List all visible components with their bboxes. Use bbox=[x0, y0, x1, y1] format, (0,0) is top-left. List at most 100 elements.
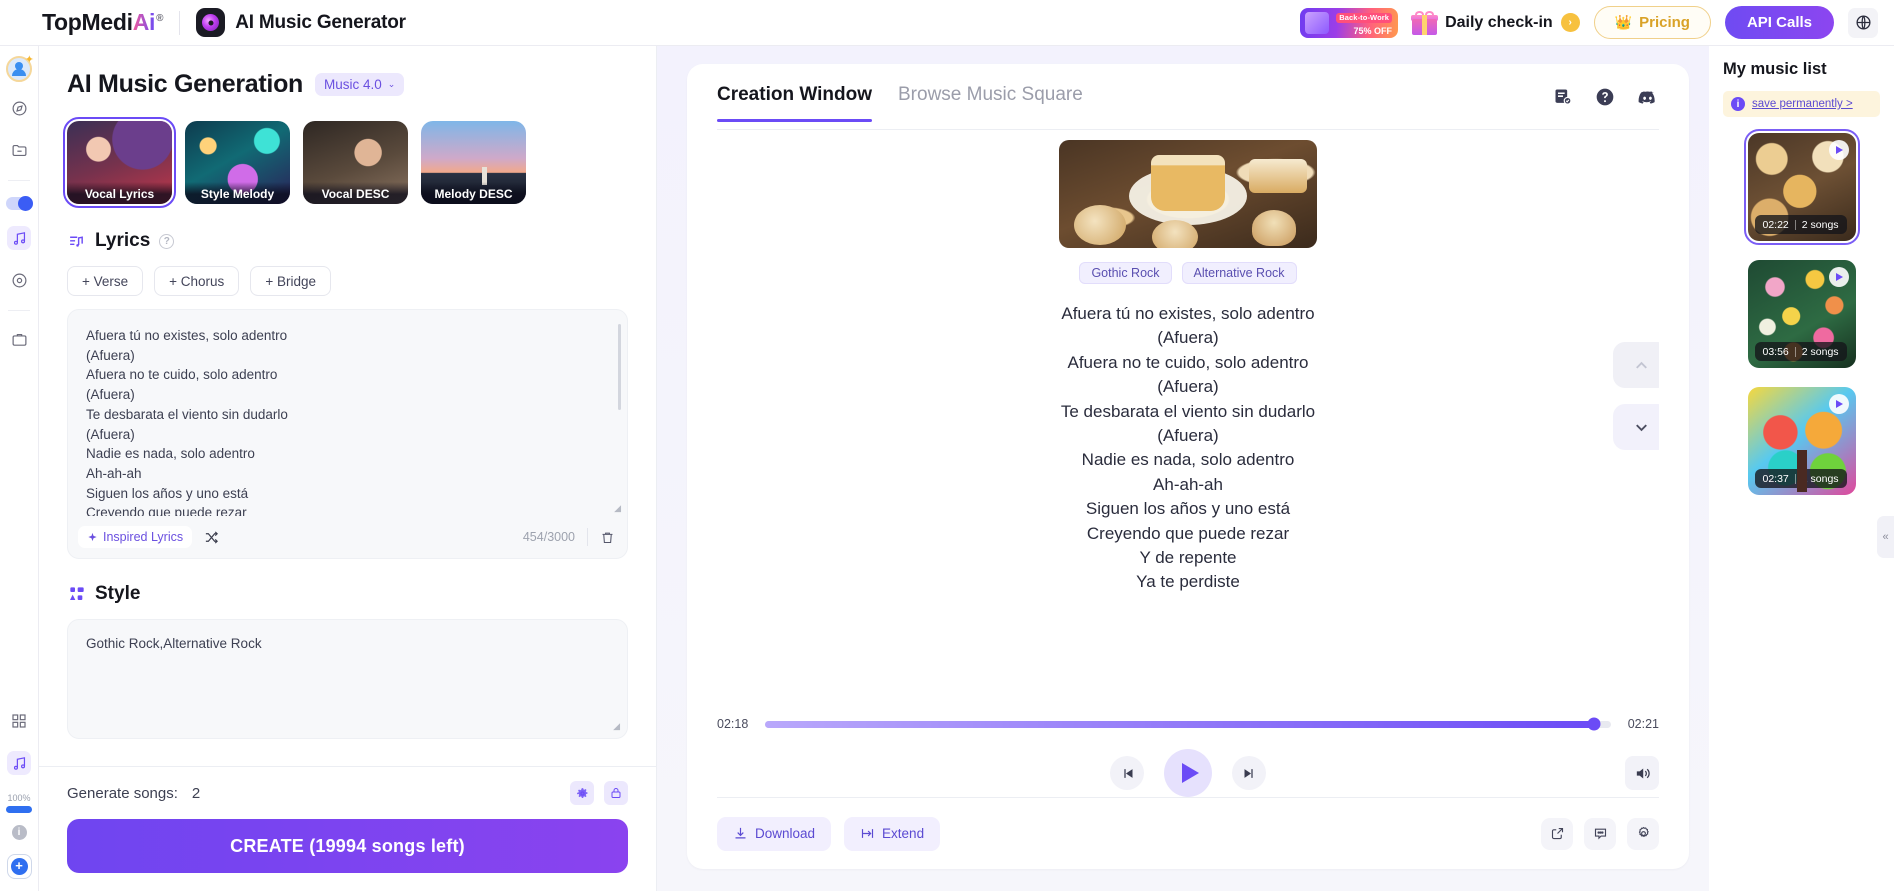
generate-songs-row: Generate songs: 2 bbox=[67, 781, 628, 805]
add-bridge-button[interactable]: + Bridge bbox=[250, 266, 331, 296]
download-button[interactable]: Download bbox=[717, 816, 832, 851]
extend-label: Extend bbox=[882, 826, 925, 841]
genre-tag[interactable]: Gothic Rock bbox=[1079, 262, 1172, 284]
playback-controls bbox=[717, 749, 1659, 797]
grid-icon[interactable] bbox=[7, 709, 31, 733]
scroll-down-button[interactable] bbox=[1613, 404, 1659, 450]
play-icon[interactable] bbox=[1828, 140, 1849, 160]
tabs-bar: Creation Window Browse Music Square bbox=[717, 64, 1659, 130]
add-chorus-button[interactable]: + Chorus bbox=[154, 266, 240, 296]
globe-icon[interactable] bbox=[1848, 7, 1878, 38]
storage-percent-label: 100% bbox=[7, 793, 31, 803]
tab-browse-music-square[interactable]: Browse Music Square bbox=[898, 84, 1083, 110]
help-circle-icon[interactable] bbox=[1593, 85, 1617, 109]
external-link-icon[interactable] bbox=[1541, 817, 1573, 850]
promo-line1: Back-to-Work bbox=[1336, 13, 1393, 24]
user-avatar[interactable]: ✦ bbox=[6, 54, 34, 82]
brand-logo[interactable]: TopMediAi® bbox=[42, 9, 164, 36]
music-card[interactable]: 03:56 2 songs bbox=[1747, 260, 1856, 368]
add-verse-button[interactable]: + Verse bbox=[67, 266, 144, 296]
lyrics-section-header: Lyrics ? bbox=[67, 230, 628, 252]
lyrics-display: Afuera tú no existes, solo adentro (Afue… bbox=[717, 302, 1659, 711]
daily-checkin-button[interactable]: Daily check-in › bbox=[1411, 10, 1580, 35]
folder-icon[interactable] bbox=[7, 138, 31, 162]
briefcase-icon[interactable] bbox=[7, 327, 31, 351]
toggle-switch[interactable] bbox=[5, 196, 33, 211]
promo-banner[interactable]: Back-to-Work 75% OFF bbox=[1300, 7, 1399, 38]
lyrics-character-counter: 454/3000 bbox=[522, 530, 575, 544]
daily-checkin-label: Daily check-in bbox=[1445, 13, 1553, 31]
mode-card-vocal-lyrics[interactable]: Vocal Lyrics bbox=[63, 117, 176, 208]
crown-icon: 👑 bbox=[1614, 14, 1633, 30]
extend-button[interactable]: Extend bbox=[844, 816, 941, 851]
genre-tag[interactable]: Alternative Rock bbox=[1181, 262, 1297, 284]
shuffle-icon[interactable] bbox=[204, 530, 219, 545]
api-calls-button[interactable]: API Calls bbox=[1724, 6, 1834, 39]
help-icon[interactable]: ? bbox=[159, 233, 175, 249]
explore-icon[interactable] bbox=[7, 96, 31, 120]
page-title: AI Music Generation bbox=[67, 70, 304, 98]
music-card-duration: 02:37 bbox=[1762, 472, 1789, 485]
lyrics-textarea[interactable]: Afuera tú no existes, solo adentro (Afue… bbox=[68, 310, 627, 516]
promo-line2: 75% OFF bbox=[1353, 26, 1393, 37]
disc-icon[interactable] bbox=[7, 268, 31, 292]
brand-registered: ® bbox=[156, 13, 164, 25]
create-button[interactable]: CREATE (19994 songs left) bbox=[67, 819, 628, 873]
save-permanently-banner[interactable]: i save permanently > bbox=[1723, 91, 1880, 117]
music-card[interactable]: 02:37 2 songs bbox=[1747, 387, 1856, 495]
mode-card-style-melody[interactable]: Style Melody bbox=[185, 121, 290, 204]
lyrics-input-box: Afuera tú no existes, solo adentro (Afue… bbox=[67, 309, 628, 559]
music-card[interactable]: 02:22 2 songs bbox=[1743, 129, 1860, 245]
inspired-lyrics-button[interactable]: Inspired Lyrics bbox=[78, 526, 193, 548]
music-card-duration: 02:22 bbox=[1762, 218, 1789, 231]
progress-slider[interactable] bbox=[765, 717, 1611, 731]
music-note-icon-2[interactable] bbox=[7, 751, 31, 775]
lock-icon[interactable] bbox=[604, 781, 628, 805]
icon-rail: ✦ 100% i + bbox=[0, 46, 39, 891]
lyrics-title: Lyrics bbox=[95, 230, 151, 251]
inspired-lyrics-label: Inspired Lyrics bbox=[103, 530, 184, 544]
add-button[interactable]: + bbox=[6, 854, 32, 879]
info-icon[interactable]: i bbox=[11, 825, 27, 840]
top-bar-actions: Back-to-Work 75% OFF Daily check-in › 👑 … bbox=[1300, 6, 1878, 39]
app-title: AI Music Generator bbox=[235, 11, 406, 33]
music-note-icon[interactable] bbox=[7, 226, 31, 250]
skip-next-icon[interactable] bbox=[1232, 756, 1266, 790]
model-label: Music 4.0 bbox=[324, 77, 382, 92]
music-card-count: 2 songs bbox=[1801, 345, 1839, 358]
chevron-right-icon: › bbox=[1560, 13, 1580, 32]
volume-icon[interactable] bbox=[1625, 756, 1659, 790]
gear-icon[interactable] bbox=[570, 781, 594, 805]
style-icon bbox=[67, 585, 86, 604]
brand-main: TopMedi bbox=[42, 9, 133, 35]
generate-options bbox=[570, 781, 628, 805]
music-card-count: 2 songs bbox=[1801, 218, 1839, 231]
style-textarea[interactable]: Gothic Rock,Alternative Rock ◢ bbox=[67, 619, 628, 739]
scroll-up-button[interactable] bbox=[1613, 342, 1659, 388]
trash-icon[interactable] bbox=[600, 530, 615, 545]
progress-row: 02:18 02:21 bbox=[717, 717, 1659, 731]
mode-card-vocal-desc[interactable]: Vocal DESC bbox=[303, 121, 408, 204]
gear-icon[interactable] bbox=[1627, 817, 1659, 850]
mode-card-melody-desc[interactable]: Melody DESC bbox=[421, 121, 526, 204]
resize-handle-icon[interactable]: ◢ bbox=[613, 721, 620, 732]
discord-icon[interactable] bbox=[1635, 85, 1659, 109]
progress-knob[interactable] bbox=[1587, 717, 1601, 731]
style-title: Style bbox=[95, 583, 141, 604]
music-list-panel: My music list i save permanently > 02:22… bbox=[1709, 46, 1894, 891]
top-bar: TopMediAi® AI Music Generator Back-to-Wo… bbox=[0, 0, 1894, 46]
play-button[interactable] bbox=[1164, 749, 1212, 797]
model-selector[interactable]: Music 4.0 ⌄ bbox=[315, 73, 405, 96]
play-icon[interactable] bbox=[1828, 394, 1849, 414]
resize-handle-icon[interactable]: ◢ bbox=[614, 503, 621, 514]
lyrics-scrollbar[interactable] bbox=[618, 324, 621, 410]
collapse-sidebar-handle[interactable]: « bbox=[1877, 516, 1894, 558]
skip-previous-icon[interactable] bbox=[1110, 756, 1144, 790]
play-icon bbox=[1181, 763, 1199, 783]
play-icon[interactable] bbox=[1828, 267, 1849, 287]
pricing-button[interactable]: 👑 Pricing bbox=[1593, 6, 1711, 39]
tab-creation-window[interactable]: Creation Window bbox=[717, 84, 872, 122]
app-logo-icon bbox=[196, 8, 226, 37]
task-list-icon[interactable] bbox=[1551, 85, 1575, 109]
comment-icon[interactable] bbox=[1584, 817, 1616, 850]
